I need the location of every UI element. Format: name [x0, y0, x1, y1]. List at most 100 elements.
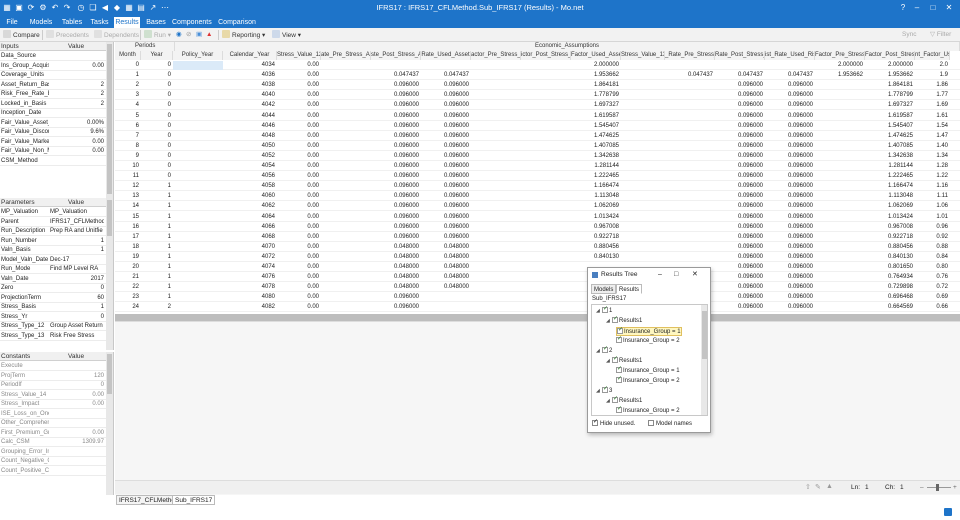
- table-cell[interactable]: 1.54: [915, 122, 950, 131]
- table-cell[interactable]: [173, 233, 223, 242]
- table-cell[interactable]: 1.166474: [571, 182, 621, 191]
- node-checkbox-icon[interactable]: [616, 375, 622, 384]
- tab-results[interactable]: Results: [616, 284, 643, 294]
- table-cell[interactable]: [665, 182, 715, 191]
- table-cell[interactable]: [621, 162, 665, 171]
- table-cell[interactable]: 0.096000: [371, 162, 421, 171]
- property-row[interactable]: Fair_Value_Asset_I 0.00%: [0, 119, 106, 128]
- column-header[interactable]: Stress_Value_13: [621, 51, 665, 60]
- table-cell[interactable]: 4040: [223, 91, 277, 100]
- property-value[interactable]: Find MP Level RA: [50, 265, 104, 273]
- table-cell[interactable]: 0.096000: [715, 122, 765, 131]
- column-header[interactable]: ste_Post_Stress_Ass: [371, 51, 421, 60]
- column-header[interactable]: Factor_Used_Asse: [571, 51, 621, 60]
- table-cell[interactable]: 1.61: [915, 112, 950, 121]
- table-cell[interactable]: 0.00: [277, 243, 321, 252]
- table-cell[interactable]: [815, 233, 865, 242]
- table-row[interactable]: 13 1 4060 0.00 0.096000 0.096000 1.113048 0.096…: [115, 192, 960, 202]
- table-cell[interactable]: [665, 213, 715, 222]
- tree-node[interactable]: Insurance_Group = 2: [616, 405, 680, 415]
- table-cell[interactable]: [815, 152, 865, 161]
- table-cell[interactable]: 4082: [223, 303, 277, 312]
- table-cell[interactable]: [173, 202, 223, 211]
- table-cell[interactable]: 0.00: [277, 303, 321, 312]
- table-cell[interactable]: [815, 132, 865, 141]
- table-cell[interactable]: [173, 253, 223, 262]
- table-cell[interactable]: [621, 192, 665, 201]
- table-cell[interactable]: 4064: [223, 213, 277, 222]
- property-value[interactable]: IFRS17_CFLMethod: [50, 218, 104, 226]
- table-cell[interactable]: [815, 192, 865, 201]
- tree-node[interactable]: ◢Results1: [606, 315, 642, 326]
- table-cell[interactable]: [621, 182, 665, 191]
- table-cell[interactable]: [321, 132, 371, 141]
- menu-bases[interactable]: Bases: [145, 17, 167, 28]
- table-cell[interactable]: [815, 263, 865, 272]
- table-cell[interactable]: 0.096000: [421, 202, 471, 211]
- table-cell[interactable]: 1.281144: [865, 162, 915, 171]
- table-cell[interactable]: 0: [141, 142, 173, 151]
- table-cell[interactable]: [173, 61, 223, 70]
- table-cell[interactable]: 1.013424: [571, 213, 621, 222]
- minimize-button[interactable]: –: [910, 2, 924, 14]
- property-value[interactable]: Risk Free Stress: [50, 332, 104, 340]
- table-cell[interactable]: [815, 303, 865, 312]
- table-cell[interactable]: [321, 172, 371, 181]
- pin-icon[interactable]: ▲: [826, 483, 833, 490]
- table-cell[interactable]: [471, 243, 521, 252]
- zoom-slider-thumb[interactable]: [936, 484, 939, 491]
- table-cell[interactable]: [173, 162, 223, 171]
- table-cell[interactable]: 1.778799: [571, 91, 621, 100]
- table-cell[interactable]: 4048: [223, 132, 277, 141]
- table-cell[interactable]: 0.096000: [765, 223, 815, 232]
- table-cell[interactable]: 0.048000: [371, 273, 421, 282]
- table-cell[interactable]: [621, 132, 665, 141]
- property-value[interactable]: MP_Valuation: [50, 208, 104, 216]
- property-row[interactable]: Stress_Basis 1: [0, 303, 106, 312]
- node-checkbox-icon[interactable]: [616, 405, 622, 414]
- table-cell[interactable]: [321, 233, 371, 242]
- tree-node[interactable]: ◢1: [596, 305, 612, 316]
- table-cell[interactable]: 0.00: [277, 283, 321, 292]
- table-cell[interactable]: 4054: [223, 162, 277, 171]
- table-cell[interactable]: 0.00: [277, 263, 321, 272]
- table-cell[interactable]: 0.096000: [421, 223, 471, 232]
- table-cell[interactable]: 1.864181: [865, 81, 915, 90]
- table-cell[interactable]: [321, 122, 371, 131]
- table-cell[interactable]: 4080: [223, 293, 277, 302]
- cancel-icon[interactable]: ⊘: [186, 30, 191, 40]
- table-cell[interactable]: 3: [115, 91, 141, 100]
- table-cell[interactable]: 8: [115, 142, 141, 151]
- property-row[interactable]: Run_Number 1: [0, 237, 106, 246]
- table-cell[interactable]: 4052: [223, 152, 277, 161]
- table-cell[interactable]: 4072: [223, 253, 277, 262]
- property-row[interactable]: Parent IFRS17_CFLMethod: [0, 218, 106, 227]
- table-cell[interactable]: [621, 122, 665, 131]
- property-value[interactable]: 0.00: [50, 147, 104, 155]
- table-cell[interactable]: 18: [115, 243, 141, 252]
- table-cell[interactable]: 0.096000: [715, 172, 765, 181]
- table-cell[interactable]: 1.11: [915, 192, 950, 201]
- table-cell[interactable]: [173, 243, 223, 252]
- property-value[interactable]: 0.00: [50, 429, 104, 437]
- table-row[interactable]: 8 0 4050 0.00 0.096000 0.096000 1.407085 0.0960…: [115, 142, 960, 151]
- table-cell[interactable]: 0.922718: [571, 233, 621, 242]
- table-cell[interactable]: [815, 243, 865, 252]
- table-cell[interactable]: [321, 81, 371, 90]
- table-cell[interactable]: [321, 223, 371, 232]
- table-cell[interactable]: 0.096000: [371, 172, 421, 181]
- table-cell[interactable]: 4034: [223, 61, 277, 70]
- table-cell[interactable]: 1.697327: [571, 101, 621, 110]
- table-cell[interactable]: [173, 283, 223, 292]
- table-cell[interactable]: 1.342638: [865, 152, 915, 161]
- table-cell[interactable]: 0.69: [915, 293, 950, 302]
- property-value[interactable]: 60: [50, 294, 104, 302]
- table-cell[interactable]: [521, 293, 571, 302]
- table-cell[interactable]: 0.096000: [421, 101, 471, 110]
- table-cell[interactable]: 0.047437: [715, 71, 765, 80]
- table-cell[interactable]: 23: [115, 293, 141, 302]
- table-cell[interactable]: 0.048000: [421, 243, 471, 252]
- filter-button[interactable]: ▽ Filter: [930, 30, 951, 40]
- table-cell[interactable]: 0.048000: [371, 263, 421, 272]
- table-cell[interactable]: [521, 243, 571, 252]
